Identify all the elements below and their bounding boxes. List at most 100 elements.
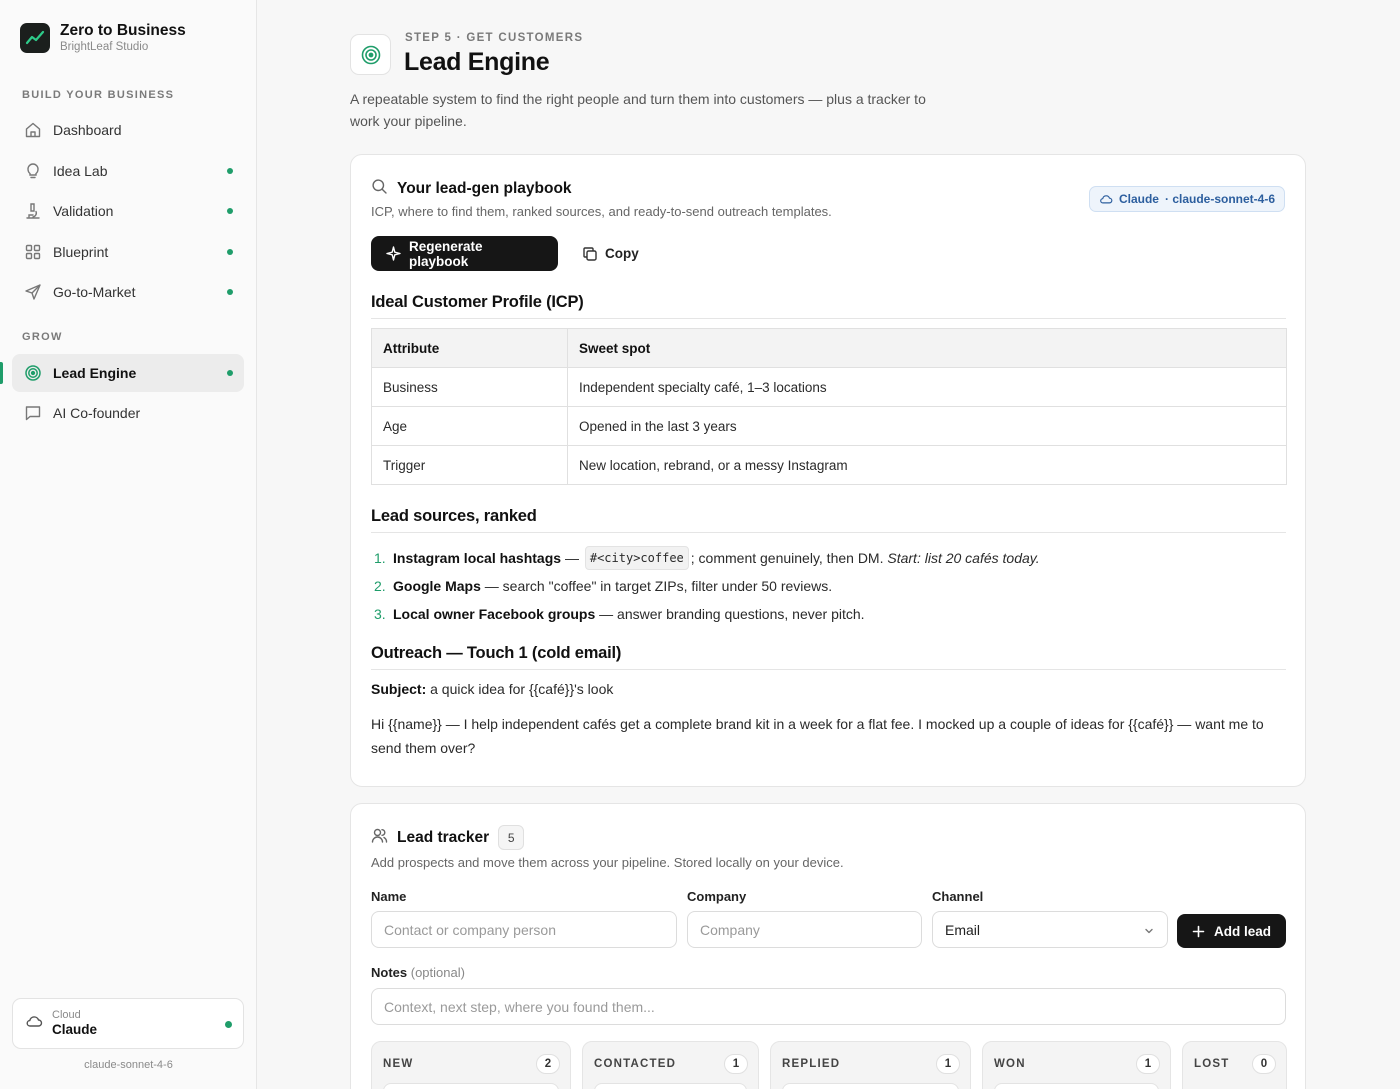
lead-tracker-card: Lead tracker 5 Add prospects and move th… — [350, 803, 1306, 1089]
notes-input[interactable] — [371, 988, 1286, 1025]
tracker-header: Lead tracker 5 — [371, 825, 525, 850]
active-indicator — [0, 362, 3, 384]
divider — [371, 318, 1286, 319]
source-text: ; comment genuinely, then DM. — [690, 550, 888, 566]
company-label: Company — [687, 889, 747, 904]
subject-label: Subject: — [371, 681, 427, 697]
page-title: Lead Engine — [404, 48, 550, 76]
grid-icon — [24, 243, 42, 261]
sidebar-item-lead-engine[interactable]: Lead Engine — [12, 354, 244, 392]
column-count: 1 — [724, 1054, 748, 1074]
source-text: — search "coffee" in target ZIPs, filter… — [480, 578, 833, 594]
sidebar-item-label: Validation — [53, 203, 114, 219]
sidebar-item-dashboard[interactable]: Dashboard — [12, 111, 244, 149]
email-body: Hi {{name}} — I help independent cafés g… — [371, 716, 1264, 756]
sidebar-item-label: Blueprint — [53, 244, 109, 260]
channel-select[interactable]: Email — [932, 911, 1168, 948]
add-lead-button[interactable]: Add lead — [1177, 914, 1286, 948]
column-count: 0 — [1252, 1054, 1276, 1074]
chat-icon — [24, 404, 42, 422]
column-header: Sweet spot — [567, 328, 1287, 368]
lead-card[interactable] — [782, 1083, 959, 1089]
column-name: LOST — [1194, 1058, 1230, 1070]
tracker-subtitle: Add prospects and move them across your … — [371, 855, 844, 870]
column-name: NEW — [383, 1058, 414, 1070]
list-item: 3. Local owner Facebook groups — answer … — [371, 600, 1287, 628]
regenerate-label: Regenerate playbook — [409, 238, 483, 269]
column-count: 2 — [536, 1054, 560, 1074]
source-text: — answer branding questions, never pitch… — [595, 606, 865, 622]
lead-card[interactable] — [594, 1083, 747, 1089]
sidebar-item-label: Idea Lab — [53, 163, 108, 179]
lead-card[interactable] — [383, 1083, 559, 1089]
company-input[interactable] — [687, 911, 922, 948]
page-eyebrow: STEP 5 · GET CUSTOMERS — [405, 32, 584, 44]
section-label-build: BUILD YOUR BUSINESS — [22, 89, 175, 101]
name-label: Name — [371, 889, 407, 904]
divider — [371, 532, 1286, 533]
trend-up-logo-icon — [20, 23, 50, 53]
playbook-subtitle: ICP, where to find them, ranked sources,… — [371, 204, 832, 219]
table-header-row: Attribute Sweet spot — [371, 328, 1287, 368]
cloud-icon — [25, 1012, 43, 1035]
outreach-heading: Outreach — Touch 1 (cold email) — [371, 644, 622, 662]
list-item: 1. Instagram local hashtags — #<city>cof… — [371, 544, 1287, 572]
name-input[interactable] — [371, 911, 677, 948]
model-name: claude-sonnet-4-6 — [84, 1059, 173, 1071]
sources-list: 1. Instagram local hashtags — #<city>cof… — [371, 544, 1287, 628]
lead-card[interactable] — [994, 1083, 1159, 1089]
source-code: #<city>coffee — [584, 546, 689, 570]
sources-heading: Lead sources, ranked — [371, 507, 537, 525]
app-title: Zero to Business — [60, 22, 186, 39]
sparkle-icon — [386, 246, 401, 261]
sidebar-item-idea-lab[interactable]: Idea Lab — [12, 152, 244, 190]
users-icon — [371, 827, 388, 849]
pipeline-column-lost: LOST 0 — [1182, 1041, 1287, 1089]
column-name: WON — [994, 1058, 1026, 1070]
pipeline-column-won: WON 1 — [982, 1041, 1171, 1089]
list-item: 2. Google Maps — search "coffee" in targ… — [371, 572, 1287, 600]
table-row: Age Opened in the last 3 years — [371, 406, 1287, 446]
section-label-grow: GROW — [22, 331, 63, 343]
regenerate-playbook-button[interactable]: Regenerate playbook — [371, 236, 558, 271]
sidebar-item-validation[interactable]: Validation — [12, 192, 244, 230]
subject-text: a quick idea for {{café}}'s look — [426, 681, 614, 697]
table-cell: Age — [371, 406, 568, 446]
source-note: Start: list 20 cafés today. — [887, 550, 1040, 566]
playbook-header: Your lead-gen playbook — [371, 178, 572, 200]
notes-label: Notes (optional) — [371, 965, 465, 980]
lightbulb-icon — [24, 162, 42, 180]
pipeline-column-new: NEW 2 — [371, 1041, 571, 1089]
sidebar-item-blueprint[interactable]: Blueprint — [12, 233, 244, 271]
home-icon — [24, 121, 42, 139]
status-dot — [227, 168, 233, 174]
table-row: Trigger New location, rebrand, or a mess… — [371, 445, 1287, 485]
source-name: Instagram local hashtags — [393, 550, 562, 566]
sidebar-item-label: AI Co-founder — [53, 405, 141, 421]
status-dot — [227, 289, 233, 295]
copy-label: Copy — [605, 246, 639, 261]
column-count: 1 — [936, 1054, 960, 1074]
target-icon — [24, 364, 42, 382]
source-name: Google Maps — [393, 578, 481, 594]
column-name: CONTACTED — [594, 1058, 677, 1070]
send-icon — [24, 283, 42, 301]
column-count: 1 — [1136, 1054, 1160, 1074]
copy-icon — [582, 246, 598, 262]
sidebar-item-ai-cofounder[interactable]: AI Co-founder — [12, 394, 244, 432]
lead-count-badge: 5 — [498, 825, 525, 850]
notes-label-text: Notes — [371, 965, 408, 980]
sidebar-item-label: Dashboard — [53, 122, 122, 138]
table-row: Business Independent specialty café, 1–3… — [371, 367, 1287, 407]
provider-pill: Claude · claude-sonnet-4-6 — [1088, 186, 1285, 212]
brand[interactable]: Zero to Business BrightLeaf Studio — [20, 22, 186, 54]
copy-button[interactable]: Copy — [580, 236, 641, 271]
sidebar-item-label: Go-to-Market — [53, 284, 136, 300]
list-number: 2. — [374, 578, 386, 594]
provider-card[interactable]: Cloud Claude — [12, 998, 244, 1049]
playbook-title: Your lead-gen playbook — [397, 180, 572, 197]
pipeline-column-replied: REPLIED 1 — [770, 1041, 971, 1089]
email-subject: Subject: a quick idea for {{café}}'s loo… — [371, 681, 613, 697]
status-dot — [225, 1021, 232, 1028]
sidebar-item-go-to-market[interactable]: Go-to-Market — [12, 273, 244, 311]
